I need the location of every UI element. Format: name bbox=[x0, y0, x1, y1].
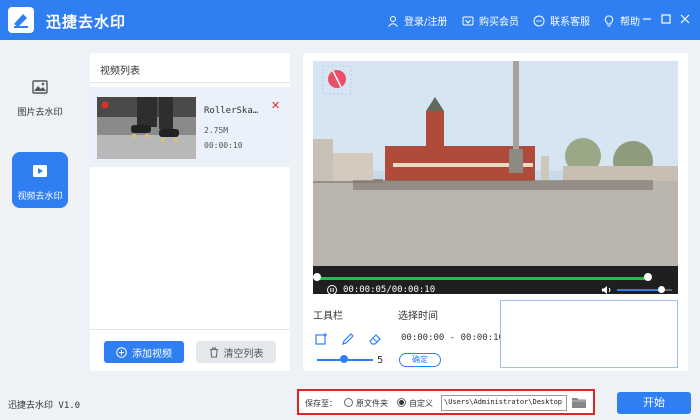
seek-start-handle[interactable] bbox=[313, 273, 321, 281]
custom-folder-label: 自定义 bbox=[409, 399, 433, 408]
help-bulb-icon bbox=[604, 15, 614, 26]
time-range[interactable]: 00:00:00 - 00:00:10 bbox=[401, 333, 504, 343]
minimize-icon[interactable] bbox=[641, 13, 653, 25]
start-time: 00:00:00 bbox=[401, 333, 445, 343]
playback-time: 00:00:05/00:00:10 bbox=[343, 285, 436, 294]
add-video-button[interactable]: 添加视频 bbox=[104, 341, 184, 363]
volume-icon[interactable] bbox=[601, 285, 612, 294]
video-thumbnail bbox=[97, 97, 196, 159]
time-separator: - bbox=[449, 333, 456, 343]
add-video-label: 添加视频 bbox=[132, 348, 172, 360]
clear-list-label: 清空列表 bbox=[223, 348, 264, 360]
contact-service-label: 联系客服 bbox=[550, 17, 590, 28]
sidebar-item-label: 视频去水印 bbox=[17, 192, 63, 202]
buy-vip-button[interactable]: 购买会员 bbox=[462, 13, 519, 28]
preview-info-box bbox=[500, 300, 678, 368]
sidebar: 图片去水印 视频去水印 bbox=[0, 40, 80, 385]
image-icon bbox=[32, 80, 48, 94]
app-logo-icon bbox=[8, 7, 34, 33]
video-duration: 00:00:10 bbox=[204, 141, 243, 150]
original-folder-radio[interactable] bbox=[344, 398, 353, 407]
plus-circle-icon bbox=[116, 346, 127, 358]
video-name: RollerSka… bbox=[204, 106, 259, 116]
close-window-icon[interactable] bbox=[679, 13, 691, 25]
sidebar-item-image-watermark[interactable]: 图片去水印 bbox=[12, 68, 68, 124]
toolbar-label: 工具栏 bbox=[313, 311, 343, 322]
footer: 迅捷去水印 V1.0 保存至： 原文件夹 自定义 \Users\Administ… bbox=[0, 385, 700, 420]
remove-video-icon[interactable]: ✕ bbox=[271, 99, 280, 112]
volume-knob[interactable] bbox=[658, 286, 665, 293]
sidebar-item-video-watermark[interactable]: 视频去水印 bbox=[12, 152, 68, 208]
video-list-title: 视频列表 bbox=[90, 53, 290, 83]
app-version: 迅捷去水印 V1.0 bbox=[8, 401, 81, 411]
video-list-panel: 视频列表 RollerSka… 2.75M 00:00:10 ✕ 添加视频 清空… bbox=[90, 53, 290, 371]
video-player[interactable]: 00:00:05/00:00:10 bbox=[313, 61, 678, 294]
help-label: 帮助 bbox=[620, 17, 640, 28]
save-path-input[interactable]: \Users\Administrator\Desktop bbox=[441, 395, 567, 411]
eraser-icon[interactable] bbox=[368, 332, 382, 346]
trash-icon bbox=[209, 347, 218, 357]
pen-icon[interactable] bbox=[341, 332, 355, 346]
sidebar-item-label: 图片去水印 bbox=[17, 108, 63, 118]
chat-icon bbox=[533, 15, 545, 26]
original-folder-label: 原文件夹 bbox=[356, 399, 388, 408]
brush-size-value: 5 bbox=[377, 355, 384, 366]
clear-list-button[interactable]: 清空列表 bbox=[196, 341, 276, 363]
user-icon bbox=[388, 15, 398, 27]
custom-folder-radio[interactable] bbox=[397, 398, 406, 407]
contact-service-button[interactable]: 联系客服 bbox=[533, 13, 590, 28]
start-button[interactable]: 开始 bbox=[617, 392, 691, 414]
help-button[interactable]: 帮助 bbox=[603, 13, 640, 28]
list-item[interactable]: RollerSka… 2.75M 00:00:10 ✕ bbox=[90, 87, 290, 167]
maximize-icon[interactable] bbox=[660, 13, 672, 25]
app-title: 迅捷去水印 bbox=[46, 13, 127, 31]
confirm-time-button[interactable]: 确定 bbox=[399, 353, 441, 367]
brush-size-knob[interactable] bbox=[340, 355, 348, 363]
seek-end-handle[interactable] bbox=[644, 273, 652, 281]
select-rect-icon[interactable] bbox=[314, 332, 328, 346]
title-bar: 迅捷去水印 登录/注册 购买会员 联系客服 帮助 bbox=[0, 0, 700, 40]
video-frame bbox=[313, 61, 678, 294]
vip-icon bbox=[462, 16, 474, 25]
pause-icon[interactable] bbox=[327, 285, 337, 294]
list-divider bbox=[90, 329, 290, 330]
save-to-label: 保存至： bbox=[305, 399, 337, 408]
folder-icon[interactable] bbox=[571, 396, 587, 409]
login-button[interactable]: 登录/注册 bbox=[387, 13, 447, 28]
end-time: 00:00:10 bbox=[460, 333, 504, 343]
video-icon bbox=[33, 165, 47, 177]
select-time-label: 选择时间 bbox=[398, 311, 438, 322]
save-location-group: 保存至： 原文件夹 自定义 \Users\Administrator\Deskt… bbox=[297, 389, 595, 415]
buy-vip-label: 购买会员 bbox=[479, 17, 519, 28]
video-size: 2.75M bbox=[204, 126, 229, 135]
preview-panel: 00:00:05/00:00:10 工具栏 选择时间 00:00:00 - 00… bbox=[303, 53, 688, 371]
login-label: 登录/注册 bbox=[404, 17, 448, 28]
seek-bar[interactable] bbox=[315, 277, 648, 280]
